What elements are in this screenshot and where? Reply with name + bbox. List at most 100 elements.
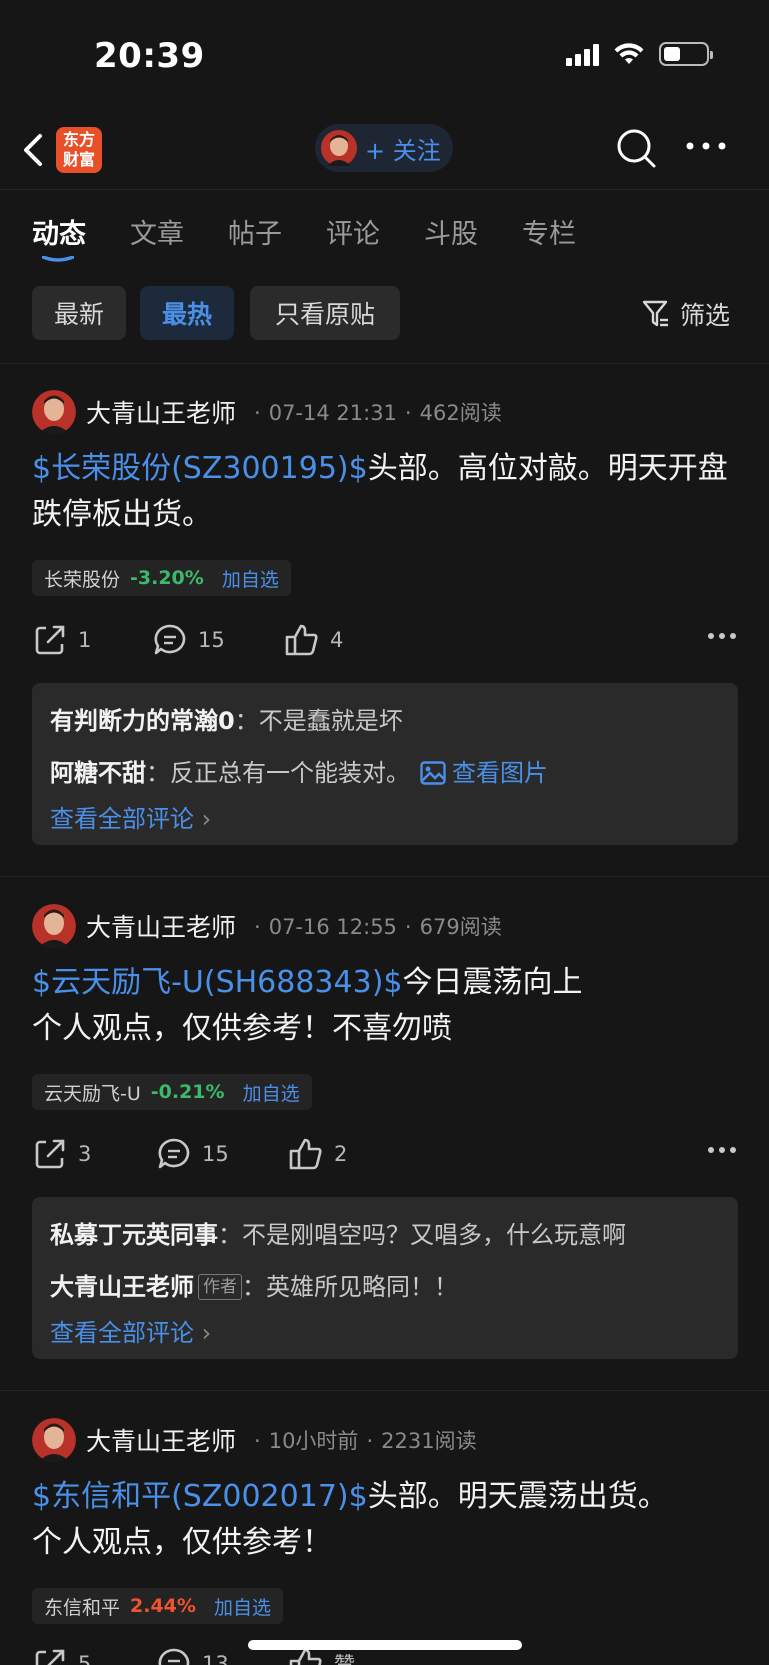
post-time: 07-14 21:31 <box>268 401 397 425</box>
like-button[interactable]: 2 <box>288 1136 347 1172</box>
post-divider <box>0 1390 769 1391</box>
quote-name: 长荣股份 <box>44 568 121 591</box>
post-text-line2: 个人观点，仅供参考！不喜勿喷 <box>32 1011 452 1046</box>
stock-quote[interactable]: 云天励飞-U -0.21% 加自选 <box>32 1074 312 1110</box>
comment-icon <box>158 1138 190 1169</box>
author-name[interactable]: 大青山王老师 <box>86 394 236 430</box>
post-divider <box>0 876 769 877</box>
quote-name: 东信和平 <box>44 1596 121 1619</box>
post-actions: 3 15 2 <box>32 1136 737 1176</box>
comment-user[interactable]: 私募丁元英同事 <box>50 1215 218 1255</box>
tab-column[interactable]: 专栏 <box>522 212 576 251</box>
view-all-comments-link[interactable]: 查看全部评论 › <box>50 1313 720 1353</box>
status-bar: 20:39 <box>0 0 769 110</box>
post-author-row: 大青山王老师 · 10小时前 · 2231阅读 <box>32 1418 477 1462</box>
comment-item[interactable]: 私募丁元英同事：不是刚唱空吗？又唱多，什么玩意啊 <box>50 1209 720 1261</box>
author-avatar[interactable] <box>32 904 76 948</box>
author-name[interactable]: 大青山王老师 <box>86 1422 236 1458</box>
post-meta: · 07-16 12:55 · 679阅读 <box>254 915 502 939</box>
comment-button[interactable]: 15 <box>152 622 225 658</box>
battery-icon <box>659 42 713 66</box>
post-more-icon[interactable] <box>707 632 737 640</box>
post-meta: · 10小时前 · 2231阅读 <box>254 1429 477 1453</box>
divider <box>0 363 769 364</box>
post-reads: 462阅读 <box>419 401 502 425</box>
follow-button[interactable]: + 关注 <box>315 124 453 172</box>
add-watchlist-button[interactable]: 加自选 <box>222 565 279 592</box>
comment-sep: ： <box>234 707 259 735</box>
stock-link[interactable]: $长荣股份(SZ300195)$ <box>32 451 368 486</box>
tab-dynamics[interactable]: 动态 <box>32 212 86 251</box>
post-more-icon[interactable] <box>707 1146 737 1154</box>
post-text-line2: 个人观点，仅供参考！ <box>32 1525 332 1560</box>
author-avatar[interactable] <box>32 1418 76 1462</box>
add-watchlist-button[interactable]: 加自选 <box>243 1079 300 1106</box>
share-button[interactable]: 5 <box>32 1646 91 1665</box>
filter-latest[interactable]: 最新 <box>32 286 126 340</box>
comment-button[interactable]: 15 <box>156 1136 229 1172</box>
stock-link[interactable]: $云天励飞-U(SH688343)$ <box>32 965 403 1000</box>
like-count: 赞 <box>334 1653 355 1665</box>
add-watchlist-button[interactable]: 加自选 <box>214 1593 271 1620</box>
post-author-row: 大青山王老师 · 07-16 12:55 · 679阅读 <box>32 904 502 948</box>
share-icon <box>35 1649 65 1665</box>
post-text: 今日震荡向上 <box>402 965 583 1000</box>
thumbs-up-icon <box>289 1138 322 1170</box>
like-count: 4 <box>330 628 344 652</box>
comments-preview[interactable]: 有判断力的常瀚0：不是蠢就是坏 阿糖不甜：反正总有一个能装对。 查看图片 查看全… <box>32 683 738 845</box>
comment-sep: ： <box>242 1273 266 1301</box>
post-meta: · 07-14 21:31 · 462阅读 <box>254 401 502 425</box>
comment-user[interactable]: 有判断力的常瀚0 <box>50 701 235 741</box>
thumbs-up-icon <box>285 624 318 656</box>
tab-comments[interactable]: 评论 <box>326 212 380 251</box>
like-button[interactable]: 4 <box>284 622 343 658</box>
post-content[interactable]: $东信和平(SZ002017)$头部。明天震荡出货。 个人观点，仅供参考！ <box>32 1474 742 1566</box>
comment-count: 15 <box>202 1142 229 1166</box>
like-count: 2 <box>334 1142 348 1166</box>
stock-quote[interactable]: 东信和平 2.44% 加自选 <box>32 1588 283 1624</box>
filter-label: 筛选 <box>680 301 731 330</box>
comment-item[interactable]: 大青山王老师 作者：英雄所见略同！！ <box>50 1261 720 1313</box>
post-content[interactable]: $云天励飞-U(SH688343)$今日震荡向上个人观点，仅供参考！不喜勿喷 <box>32 960 742 1052</box>
filter-bar: 最新 最热 只看原贴 筛选 <box>0 286 769 342</box>
post-content[interactable]: $长荣股份(SZ300195)$头部。高位对敲。明天开盘跌停板出货。 <box>32 446 742 538</box>
chevron-right-icon: › <box>201 1319 212 1347</box>
comment-icon <box>158 1648 190 1665</box>
filter-button[interactable]: 筛选 <box>642 296 730 332</box>
comment-user[interactable]: 阿糖不甜 <box>50 753 146 793</box>
back-icon[interactable] <box>18 128 48 172</box>
comments-preview[interactable]: 私募丁元英同事：不是刚唱空吗？又唱多，什么玩意啊 大青山王老师 作者：英雄所见略同… <box>32 1197 738 1359</box>
author-avatar[interactable] <box>32 390 76 434</box>
status-icons <box>566 42 713 66</box>
comment-text: 英雄所见略同！！ <box>266 1273 458 1301</box>
filter-original-only[interactable]: 只看原贴 <box>250 286 400 340</box>
comment-item[interactable]: 有判断力的常瀚0：不是蠢就是坏 <box>50 695 720 747</box>
filter-hottest[interactable]: 最热 <box>140 286 234 340</box>
share-count: 3 <box>78 1142 92 1166</box>
tab-stock-battle[interactable]: 斗股 <box>424 212 478 251</box>
view-image-link[interactable]: 查看图片 <box>420 753 548 793</box>
search-icon[interactable] <box>614 126 658 170</box>
app-logo[interactable]: 东方财富 <box>56 127 102 173</box>
comment-item[interactable]: 阿糖不甜：反正总有一个能装对。 查看图片 <box>50 747 720 799</box>
quote-change: -0.21% <box>150 1081 225 1103</box>
wifi-icon <box>614 43 644 64</box>
avatar <box>321 130 357 166</box>
tab-articles[interactable]: 文章 <box>130 212 184 251</box>
stock-quote[interactable]: 长荣股份 -3.20% 加自选 <box>32 560 291 596</box>
comment-button[interactable]: 13 <box>156 1646 229 1665</box>
post-author-row: 大青山王老师 · 07-14 21:31 · 462阅读 <box>32 390 502 434</box>
tab-posts[interactable]: 帖子 <box>228 212 282 251</box>
share-button[interactable]: 1 <box>32 622 91 658</box>
author-name[interactable]: 大青山王老师 <box>86 908 236 944</box>
share-icon <box>35 1139 65 1169</box>
more-icon[interactable] <box>684 136 728 156</box>
comment-user[interactable]: 大青山王老师 <box>50 1267 194 1307</box>
share-button[interactable]: 3 <box>32 1136 91 1172</box>
comment-count: 13 <box>202 1652 229 1665</box>
quote-change: -3.20% <box>130 567 204 589</box>
stock-link[interactable]: $东信和平(SZ002017)$ <box>32 1479 368 1514</box>
cellular-signal-icon <box>566 42 599 66</box>
view-all-comments-link[interactable]: 查看全部评论 › <box>50 799 720 839</box>
comment-text: 反正总有一个能装对。 <box>170 759 410 787</box>
